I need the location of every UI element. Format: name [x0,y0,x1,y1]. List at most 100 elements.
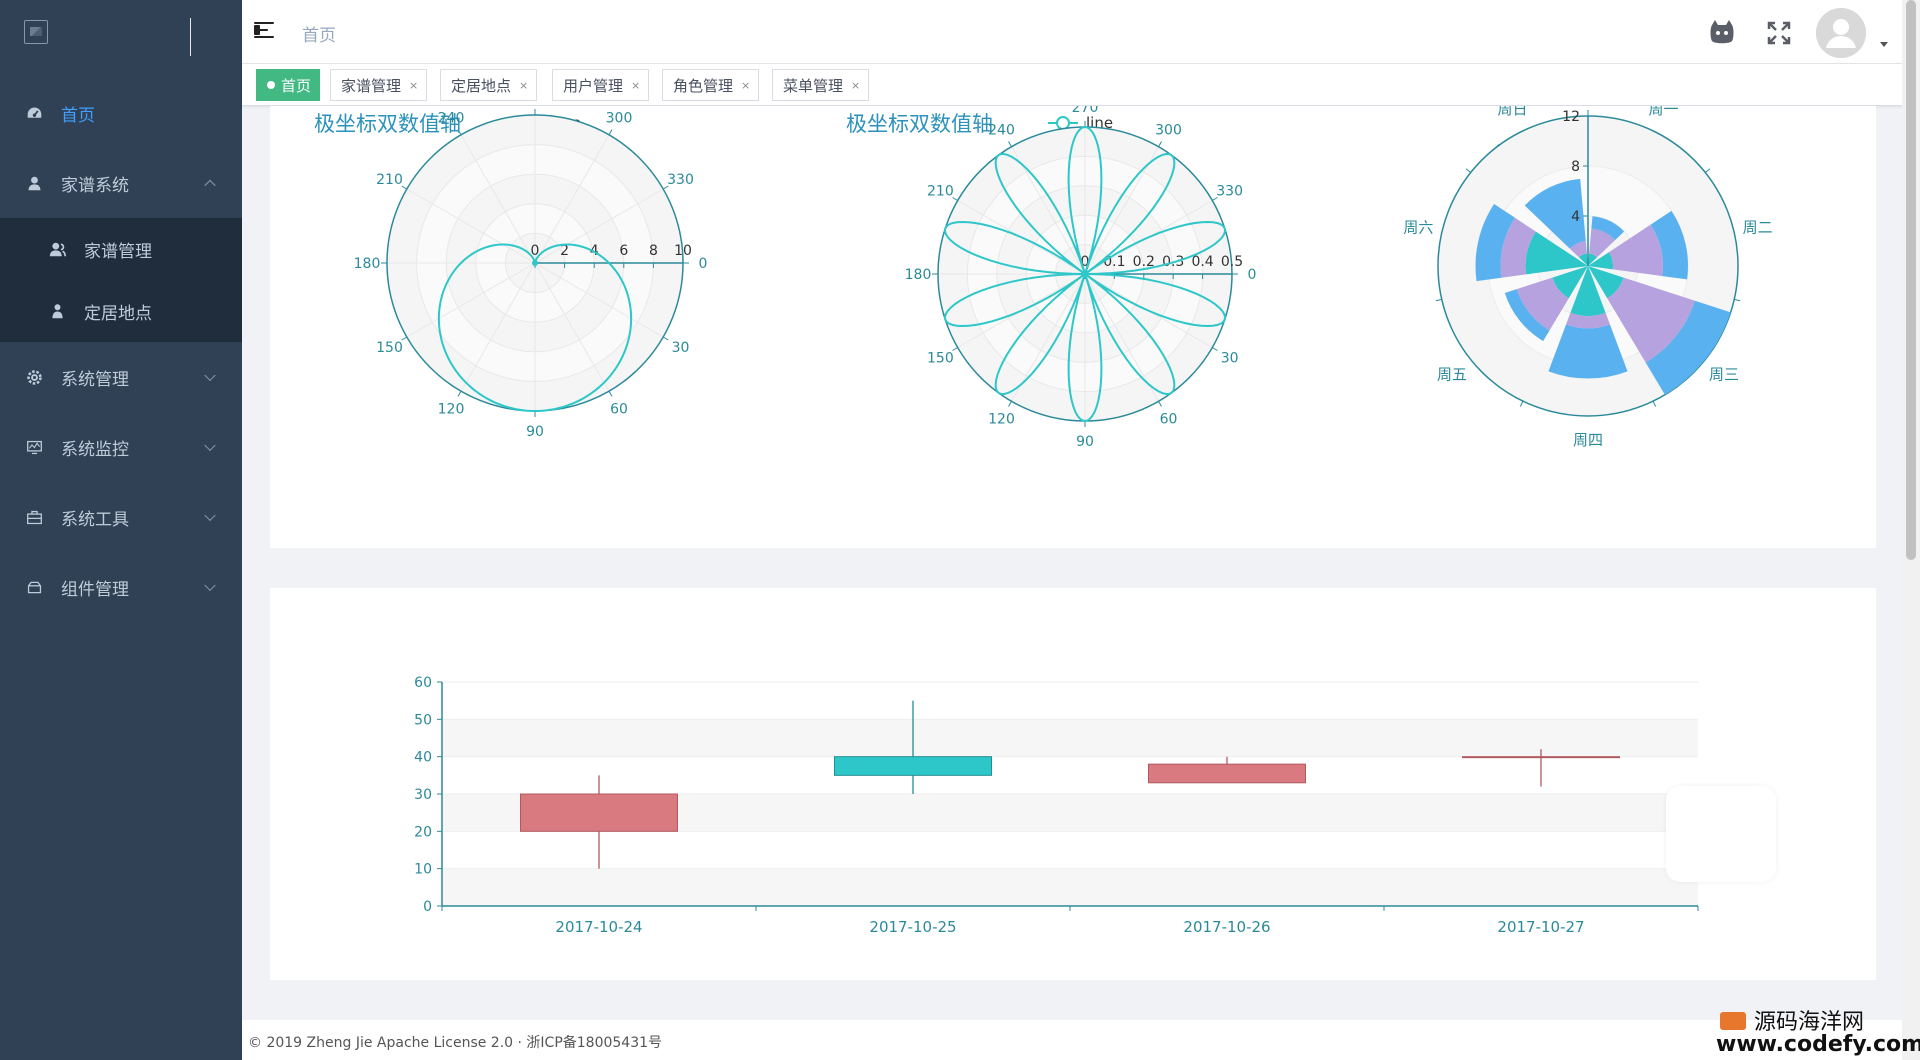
angle-tick [1212,347,1218,351]
angle-tick-label: 270 [1072,106,1099,116]
candle-body [1462,756,1620,759]
tag-label: 菜单管理 [783,76,844,95]
close-icon[interactable]: × [741,79,750,92]
fullscreen-icon[interactable] [1766,20,1792,46]
chevron-down-icon [204,439,216,452]
sidebar-item-label: 系统管理 [61,369,129,390]
close-icon[interactable]: × [631,79,640,92]
angle-tick [1435,298,1442,302]
radius-tick-label: 0.4 [1191,254,1213,270]
caret-down-icon[interactable] [1880,42,1888,47]
logo-divider [190,18,191,56]
candle-body [520,793,678,832]
grid-band [442,682,1698,720]
radius-tick-label: 8 [1571,159,1580,175]
navbar: 首页 [242,0,1902,64]
angle-tick-label: 30 [1221,351,1239,367]
close-icon[interactable]: × [409,79,418,92]
watermark-url: www.codefy.com [1716,1032,1920,1057]
y-tick-label: 30 [414,787,432,803]
grid-band [442,719,1698,757]
angle-tick-label: 300 [1155,122,1182,138]
sidebar-item-system-management[interactable]: 系统管理 [0,342,242,412]
angle-tick [1008,141,1012,147]
angle-tick-label: 180 [354,256,381,272]
close-icon[interactable]: × [519,79,528,92]
y-tick-label: 20 [414,824,432,840]
watermark: 源码海洋网 www.codefy.com [1712,1004,1920,1060]
sidebar: 首页 家谱系统 家谱管理 定居地点 系统管理 系统监控 系统工具 组件管理 [0,0,242,1060]
angle-tick [1158,401,1162,407]
sidebar-item-home[interactable]: 首页 [0,78,242,148]
angle-tick [608,390,613,397]
sidebar-item-family-management[interactable]: 家谱管理 [0,218,242,280]
family-icon [25,174,43,192]
monitor-icon [25,438,43,456]
angle-tick [608,129,613,136]
tag-role-management[interactable]: 角色管理 × [662,69,760,101]
hamburger-icon[interactable] [254,20,276,40]
sidebar-item-components[interactable]: 组件管理 [0,552,242,622]
angle-tick-label: 240 [988,122,1015,138]
angle-tick-label: 210 [376,172,403,188]
sidebar-item-system-tools[interactable]: 系统工具 [0,482,242,552]
category-label: 周一 [1648,106,1678,118]
angle-tick [662,336,669,341]
breadcrumb[interactable]: 首页 [302,21,336,46]
sidebar-item-label: 首页 [61,105,95,126]
angle-tick-label: 120 [988,412,1015,428]
sidebar-item-residence[interactable]: 定居地点 [0,280,242,342]
chart-title: 极坐标双数值轴 [846,112,993,136]
tag-home[interactable]: 首页 [256,69,321,101]
x-tick-label: 2017-10-25 [869,918,956,936]
polar-charts-panel: 极坐标双数值轴line03060901201501802102402703003… [270,106,1876,548]
angle-tick [1158,141,1162,147]
angle-tick [1704,168,1711,173]
logo-image[interactable] [24,20,48,44]
polar-bar-chart: ABC周一周二周三周四周五周六周日4812 [1403,106,1772,449]
close-icon[interactable]: × [851,79,860,92]
tag-menu-management[interactable]: 菜单管理 × [772,69,870,101]
github-icon[interactable] [1708,18,1736,46]
angle-tick [1465,168,1472,173]
tag-residence[interactable]: 定居地点 × [440,69,538,101]
vertical-scrollbar[interactable] [1902,0,1920,1060]
chevron-up-icon [204,179,216,192]
y-tick-label: 0 [423,899,432,915]
gear-icon [25,368,43,386]
family-submenu: 家谱管理 定居地点 [0,218,242,342]
tag-label: 家谱管理 [341,76,402,95]
scrollbar-thumb[interactable] [1906,0,1916,560]
polar-line-chart-cardioid: 极坐标双数值轴line03060901201501802102402703003… [314,109,707,440]
sidebar-item-system-monitor[interactable]: 系统监控 [0,412,242,482]
tag-user-management[interactable]: 用户管理 × [552,69,650,101]
user-icon [48,240,66,258]
footer-text: © 2019 Zheng Jie Apache License 2.0 · 浙I… [248,1035,663,1051]
candlestick-chart: 0 10 20 30 40 50 60 2017-10-24 2017-10-25 2017-10… [414,675,1699,936]
series-origin-point [1082,271,1088,277]
tag-label: 角色管理 [673,76,734,95]
logo-area [0,0,242,78]
sidebar-item-family-system[interactable]: 家谱系统 [0,148,242,218]
angle-tick-label: 60 [610,401,628,417]
grid-band [442,831,1698,869]
location-user-icon [48,302,66,320]
polar-line-chart-rose: 极坐标双数值轴 line03060901201501802102402703003… [846,106,1257,450]
chevron-down-icon [204,369,216,382]
angle-tick-label: 0 [1248,267,1257,283]
category-label: 周六 [1403,218,1433,236]
radius-tick-label: 8 [649,243,658,259]
category-label: 周日 [1497,106,1527,118]
tag-family-management[interactable]: 家谱管理 × [330,69,428,101]
angle-tick [401,336,408,341]
y-tick-label: 60 [414,675,432,691]
watermark-logo-icon [1720,1012,1746,1030]
angle-tick-label: 90 [526,424,544,440]
grid-band [442,868,1698,906]
tag-label: 用户管理 [563,76,624,95]
legend-marker [1056,116,1070,130]
avatar[interactable] [1816,8,1866,58]
category-label: 周五 [1437,365,1467,383]
angle-tick [1652,400,1657,407]
angle-tick-label: 150 [376,340,403,356]
